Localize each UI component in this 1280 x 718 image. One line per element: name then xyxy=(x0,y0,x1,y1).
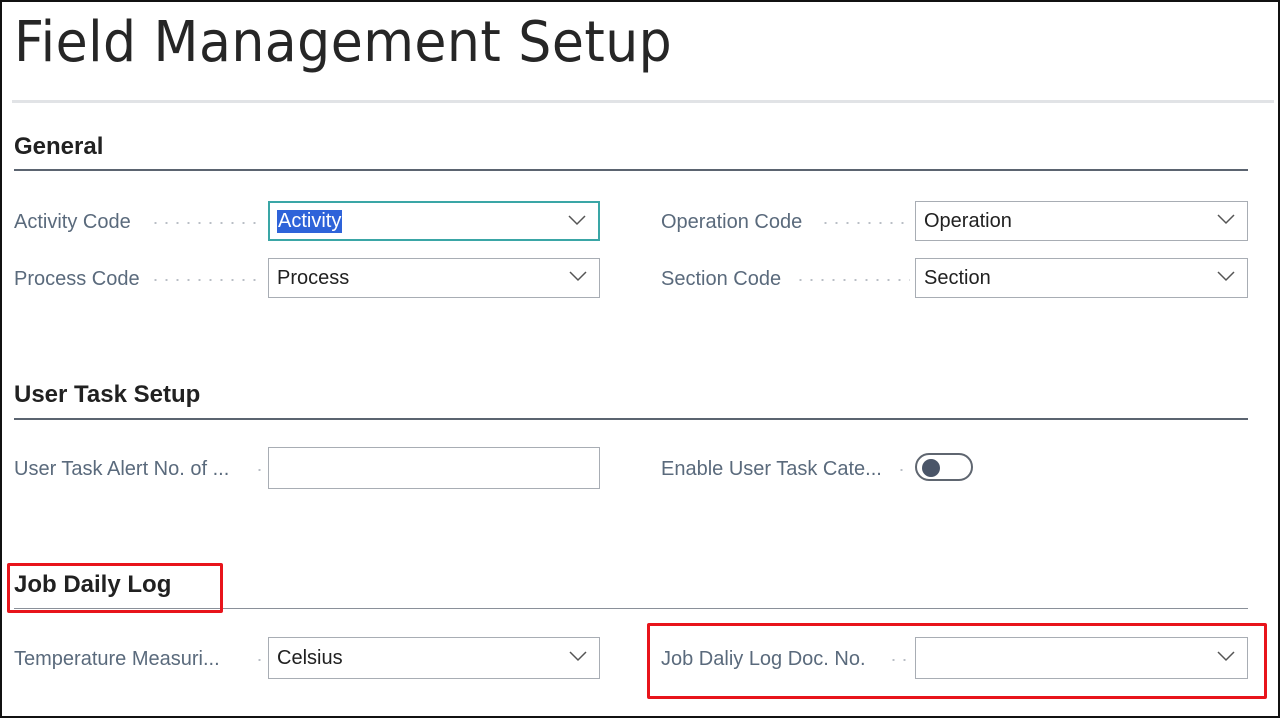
temperature-measuring-select[interactable]: Celsius xyxy=(268,637,600,679)
section-code-select[interactable]: Section xyxy=(915,258,1248,298)
process-code-select[interactable]: Process xyxy=(268,258,600,298)
page-title: Field Management Setup xyxy=(14,10,673,75)
section-header-general[interactable]: General xyxy=(14,133,103,161)
section-code-leader-dots xyxy=(795,279,910,281)
chevron-down-icon[interactable] xyxy=(569,269,587,283)
chevron-down-icon[interactable] xyxy=(568,213,586,227)
activity-code-leader-dots xyxy=(150,222,262,224)
activity-code-select[interactable]: Activity xyxy=(268,201,600,241)
user-task-alert-label: User Task Alert No. of ... xyxy=(14,458,230,480)
activity-code-value: Activity xyxy=(277,210,343,233)
operation-code-value: Operation xyxy=(924,210,1012,232)
operation-code-label: Operation Code xyxy=(661,211,803,233)
process-code-leader-dots xyxy=(150,279,262,281)
annotation-highlight-field xyxy=(647,623,1267,699)
enable-user-task-label: Enable User Task Cate... xyxy=(661,458,882,480)
activity-code-label: Activity Code xyxy=(14,211,131,233)
temperature-measuring-leader-dots xyxy=(254,659,262,661)
operation-code-leader-dots xyxy=(820,222,910,224)
enable-user-task-toggle[interactable] xyxy=(915,453,973,481)
title-divider xyxy=(12,100,1274,103)
annotation-highlight-header xyxy=(7,563,223,613)
toggle-knob xyxy=(922,459,940,477)
chevron-down-icon[interactable] xyxy=(1217,269,1235,283)
temperature-measuring-value: Celsius xyxy=(277,647,343,669)
section-code-value: Section xyxy=(924,267,991,289)
operation-code-select[interactable]: Operation xyxy=(915,201,1248,241)
user-task-alert-input[interactable] xyxy=(268,447,600,489)
enable-user-task-leader-dots xyxy=(896,469,908,471)
section-divider-user-task-setup xyxy=(14,418,1248,420)
chevron-down-icon[interactable] xyxy=(1217,212,1235,226)
section-divider-general xyxy=(14,169,1248,171)
process-code-value: Process xyxy=(277,267,350,289)
section-header-user-task-setup[interactable]: User Task Setup xyxy=(14,381,200,409)
chevron-down-icon[interactable] xyxy=(569,649,587,663)
user-task-alert-leader-dots xyxy=(254,469,262,471)
section-code-label: Section Code xyxy=(661,268,782,290)
process-code-label: Process Code xyxy=(14,268,140,290)
temperature-measuring-label: Temperature Measuri... xyxy=(14,648,220,670)
